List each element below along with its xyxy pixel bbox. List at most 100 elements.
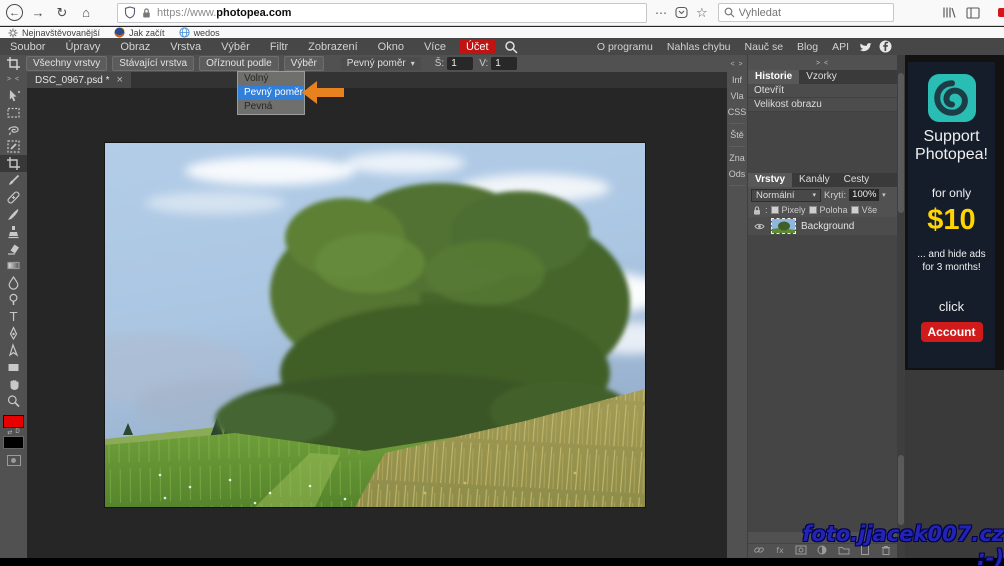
twitter-icon[interactable] — [859, 41, 873, 53]
panel-tab-css[interactable]: CSS — [727, 104, 747, 120]
eraser-tool[interactable] — [0, 240, 27, 257]
scrollbar-thumb[interactable] — [898, 455, 904, 525]
menu-badge-icon[interactable] — [998, 8, 1004, 17]
home-icon[interactable]: ⌂ — [77, 4, 95, 22]
type-tool[interactable]: T — [0, 308, 27, 325]
toolbar-collapse-icon[interactable]: > < — [7, 72, 20, 87]
crop-all-layers-button[interactable]: Všechny vrstvy — [26, 56, 107, 71]
layer-thumbnail[interactable] — [772, 219, 795, 233]
lock-pixels-checkbox[interactable] — [771, 206, 779, 214]
history-item-open[interactable]: Otevřít — [748, 84, 897, 98]
strip-collapse-icon[interactable]: < > — [727, 55, 747, 72]
swap-colors-icon[interactable]: ⇄ — [7, 429, 12, 436]
path-select-tool[interactable] — [0, 342, 27, 359]
link-api[interactable]: API — [828, 41, 853, 53]
app-search-icon[interactable] — [504, 40, 518, 54]
tab-layers[interactable]: Vrstvy — [748, 173, 792, 187]
menu-layer[interactable]: Vrstva — [160, 41, 211, 53]
pocket-icon[interactable] — [675, 6, 688, 19]
facebook-icon[interactable] — [879, 40, 892, 53]
library-icon[interactable] — [942, 6, 956, 19]
menu-view[interactable]: Zobrazení — [298, 41, 368, 53]
chevron-down-icon[interactable]: ▾ — [882, 191, 886, 199]
bookmark-star-icon[interactable]: ☆ — [696, 5, 708, 21]
page-actions-icon[interactable]: ⋯ — [655, 6, 667, 20]
gradient-tool[interactable] — [0, 257, 27, 274]
crop-tool[interactable] — [0, 155, 27, 172]
sidebar-icon[interactable] — [966, 7, 980, 19]
menu-edit[interactable]: Úpravy — [55, 41, 110, 53]
menu-window[interactable]: Okno — [368, 41, 414, 53]
hand-tool[interactable] — [0, 376, 27, 393]
document-tab[interactable]: DSC_0967.psd * × — [27, 72, 131, 88]
menu-item-fixed-size[interactable]: Pevná velikost — [238, 100, 304, 114]
account-menu-button[interactable]: Účet — [459, 40, 496, 54]
bookmark-wedos[interactable]: wedos — [179, 27, 220, 38]
pen-tool[interactable] — [0, 325, 27, 342]
menu-image[interactable]: Obraz — [110, 41, 160, 53]
search-bar[interactable] — [718, 3, 894, 22]
foreground-color-swatch[interactable] — [3, 415, 24, 428]
bookmark-most-visited[interactable]: Nejnavštěvovanější — [8, 28, 100, 38]
brush-tool[interactable] — [0, 206, 27, 223]
swap-colors[interactable]: ⇄ D — [7, 428, 19, 436]
scrollbar-thumb[interactable] — [898, 73, 904, 213]
menu-select[interactable]: Výběr — [211, 41, 260, 53]
panel-tab-ods[interactable]: Ods — [727, 166, 747, 182]
panel-scrollbar[interactable] — [897, 55, 905, 558]
crop-selection-button[interactable]: Výběr — [284, 56, 324, 71]
forward-icon[interactable]: → — [29, 4, 47, 22]
move-tool[interactable] — [0, 87, 27, 104]
crop-current-layer-button[interactable]: Stávající vrstva — [112, 56, 194, 71]
crop-ratio-dropdown[interactable]: Pevný poměr ▾ — [341, 57, 421, 70]
link-blog[interactable]: Blog — [793, 41, 822, 53]
panels-collapse-icon[interactable]: > < — [748, 55, 897, 70]
panel-tab-info[interactable]: Inf — [727, 72, 747, 88]
layer-row-background[interactable]: Background — [748, 217, 897, 235]
lock-position-checkbox[interactable] — [809, 206, 817, 214]
menu-more[interactable]: Více — [414, 41, 456, 53]
menu-item-fixed-ratio[interactable]: Pevný poměr — [238, 86, 304, 100]
quick-mask-button[interactable] — [7, 455, 21, 466]
clone-stamp-tool[interactable] — [0, 223, 27, 240]
panel-tab-zna[interactable]: Zna — [727, 150, 747, 166]
height-input[interactable]: 1 — [491, 57, 517, 70]
search-input[interactable] — [739, 7, 869, 19]
lasso-tool[interactable] — [0, 121, 27, 138]
shield-icon[interactable] — [124, 6, 136, 19]
back-icon[interactable]: ← — [6, 4, 23, 21]
bookmark-get-started[interactable]: Jak začít — [114, 27, 165, 38]
blur-tool[interactable] — [0, 274, 27, 291]
lock-icon[interactable] — [752, 205, 762, 216]
width-input[interactable]: 1 — [447, 57, 473, 70]
healing-brush-tool[interactable] — [0, 189, 27, 206]
history-item-image-size[interactable]: Velikost obrazu — [748, 98, 897, 112]
blend-mode-select[interactable]: Normální ▾ — [751, 189, 821, 202]
panel-tab-vla[interactable]: Vla — [727, 88, 747, 104]
tab-history[interactable]: Historie — [748, 70, 799, 84]
link-layers-icon[interactable] — [753, 544, 765, 556]
reload-icon[interactable]: ↻ — [53, 4, 71, 22]
tab-swatches[interactable]: Vzorky — [799, 70, 844, 84]
quick-select-tool[interactable] — [0, 138, 27, 155]
link-about[interactable]: O programu — [593, 41, 657, 53]
opacity-input[interactable]: 100% — [849, 189, 879, 201]
panel-tab-ste[interactable]: Ště — [727, 127, 747, 143]
shape-tool[interactable] — [0, 359, 27, 376]
tab-channels[interactable]: Kanály — [792, 173, 837, 187]
eyedropper-tool[interactable] — [0, 172, 27, 189]
crop-by-button[interactable]: Oříznout podle — [199, 56, 279, 71]
menu-item-free[interactable]: Volný — [238, 72, 304, 86]
close-icon[interactable]: × — [117, 74, 123, 86]
link-report-bug[interactable]: Nahlas chybu — [663, 41, 735, 53]
url-bar[interactable]: https://www. photopea.com — [117, 3, 647, 23]
menu-file[interactable]: Soubor — [0, 41, 55, 53]
menu-filter[interactable]: Filtr — [260, 41, 298, 53]
lock-all-checkbox[interactable] — [851, 206, 859, 214]
default-colors-icon[interactable]: D — [15, 429, 19, 435]
visibility-eye-icon[interactable] — [753, 222, 766, 231]
dodge-tool[interactable] — [0, 291, 27, 308]
tab-paths[interactable]: Cesty — [837, 173, 877, 187]
zoom-tool[interactable] — [0, 393, 27, 410]
marquee-tool[interactable] — [0, 104, 27, 121]
